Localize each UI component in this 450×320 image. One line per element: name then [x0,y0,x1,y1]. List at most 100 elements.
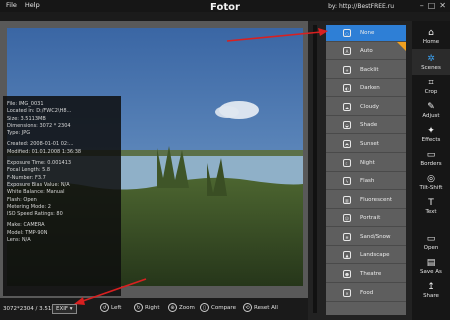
scene-sand-snow[interactable]: ❄ Sand/Snow [326,229,406,246]
tool-scenes[interactable]: ✲ Scenes [412,49,450,75]
tool-label: Text [425,208,437,215]
save-icon: ▤ [426,257,436,268]
scene-label: Auto [360,48,373,54]
info-line: Located in: D:/FWC2\H8... [7,108,72,115]
tool-sidebar: ⌂ Home ✲ Scenes ⌗ Crop ✎ Adjust ✦ Effects ▭ Bo… [412,21,450,320]
info-line: Modified: 01.01.2008 1:36:38 [7,148,82,155]
scene-portrait[interactable]: ☺ Portrait [326,210,406,227]
scene-auto[interactable]: A Auto [326,43,406,60]
crop-icon: ⌗ [428,77,434,88]
info-line: Focal Length: 5.8 [7,167,51,174]
fluorescent-icon: ▥ [343,196,351,204]
darken-icon: ◐ [343,84,351,92]
info-line: Lens: N/A [7,237,31,244]
borders-icon: ▭ [426,149,436,160]
tool-text[interactable]: T Text [412,193,450,219]
info-line: Metering Mode: 2 [7,203,51,210]
info-line: File: IMG_0031 [7,101,44,107]
adjust-icon: ✎ [427,101,435,112]
landscape-icon: ▲ [343,251,351,259]
scene-label: Food [360,290,374,296]
exif-label: EXIF [56,306,69,312]
tool-effects[interactable]: ✦ Effects [412,121,450,147]
annotation-arrow-bottom [74,278,147,305]
minimize-button[interactable]: – [420,1,424,10]
compare-button[interactable]: ▯ Compare [200,303,236,312]
portrait-icon: ☺ [343,214,351,222]
scene-none[interactable]: ○ None [326,25,406,42]
zoom-icon: ⊕ [168,303,177,312]
scene-flash[interactable]: ϟ Flash [326,173,406,190]
backlit-icon: ☀ [343,66,351,74]
bottom-toolbar: 3072*2304 / 3.51MB EXIF ▾ ↺ Left ↻ Right ⊕… [0,298,308,320]
scene-landscape[interactable]: ▲ Landscape [326,247,406,264]
tool-adjust[interactable]: ✎ Adjust [412,97,450,123]
flash-icon: ϟ [343,177,351,185]
scene-fluorescent[interactable]: ▥ Fluorescent [326,192,406,209]
zoom-label: Zoom [179,304,195,311]
scene-shade[interactable]: ◒ Shade [326,117,406,134]
tool-label: Open [423,244,439,251]
scene-label: Darken [360,85,380,91]
info-line: Type: JPG [7,130,31,137]
scene-list: ○ None A Auto ☀ Backlit ◐ Darken ☁ Cloudy ◒ Sh… [326,25,406,315]
scenes-panel: ○ None A Auto ☀ Backlit ◐ Darken ☁ Cloudy ◒ Sh… [308,21,412,320]
scene-label: Backlit [360,67,379,73]
info-line: Make: CAMERA [7,222,45,229]
tool-crop[interactable]: ⌗ Crop [412,73,450,99]
reset-all-button[interactable]: ⟲ Reset All [243,303,278,312]
scene-label: Landscape [360,252,390,258]
title-bar: File Help Fotor by: http://BestFREE.ru –… [0,0,450,13]
share-icon: ↥ [427,281,435,292]
theatre-icon: ☻ [343,270,351,278]
open-icon: ▭ [426,233,436,244]
reset-label: Reset All [254,304,278,311]
sunset-icon: ◓ [343,140,351,148]
scene-label: Flash [360,178,375,184]
scenes-scrollbar[interactable] [313,25,317,313]
scene-food[interactable]: ✕ Food [326,285,406,302]
window-controls: – □ ✕ [420,1,446,10]
scene-darken[interactable]: ◐ Darken [326,80,406,97]
tool-label: Crop [424,88,438,95]
compare-icon: ▯ [200,303,209,312]
scene-sunset[interactable]: ◓ Sunset [326,136,406,153]
watermark-text: by: http://BestFREE.ru [328,3,394,10]
close-button[interactable]: ✕ [439,1,446,10]
scene-label: Sunset [360,141,379,147]
scene-label: Portrait [360,215,381,221]
shade-icon: ◒ [343,121,351,129]
tool-tilt-shift[interactable]: ◎ Tilt-Shift [412,169,450,195]
zoom-button[interactable]: ⊕ Zoom [168,303,195,312]
tool-borders[interactable]: ▭ Borders [412,145,450,171]
scene-label: Theatre [360,271,382,277]
info-line: Model: TMP-90N [7,229,48,236]
scene-backlit[interactable]: ☀ Backlit [326,62,406,79]
tool-label: Share [423,292,439,299]
text-icon: T [428,197,434,208]
cloudy-icon: ☁ [343,103,351,111]
tool-open[interactable]: ▭ Open [412,229,450,255]
scene-cloudy[interactable]: ☁ Cloudy [326,99,406,116]
tool-home[interactable]: ⌂ Home [412,23,450,49]
scene-label: Sand/Snow [360,234,391,240]
scene-night[interactable]: ☾ Night [326,155,406,172]
scene-label: Fluorescent [360,197,392,203]
scene-label: Cloudy [360,104,379,110]
food-icon: ✕ [343,289,351,297]
scene-label: None [360,30,375,36]
info-line: Created: 2008-01-01 02:... [7,141,74,148]
home-icon: ⌂ [428,27,434,38]
tool-home-label: Home [422,38,440,45]
tool-label: Save As [420,268,442,275]
tool-label: Scenes [421,64,441,71]
scene-theatre[interactable]: ☻ Theatre [326,266,406,283]
info-line: Flash: Open [7,196,37,203]
sand-snow-icon: ❄ [343,233,351,241]
annotation-arrow-top [226,28,328,42]
maximize-button[interactable]: □ [428,1,436,10]
reset-icon: ⟲ [243,303,252,312]
tool-save-as[interactable]: ▤ Save As [412,253,450,279]
info-line: Exposure Bias Value: N/A [7,181,70,188]
tool-share[interactable]: ↥ Share [412,277,450,303]
